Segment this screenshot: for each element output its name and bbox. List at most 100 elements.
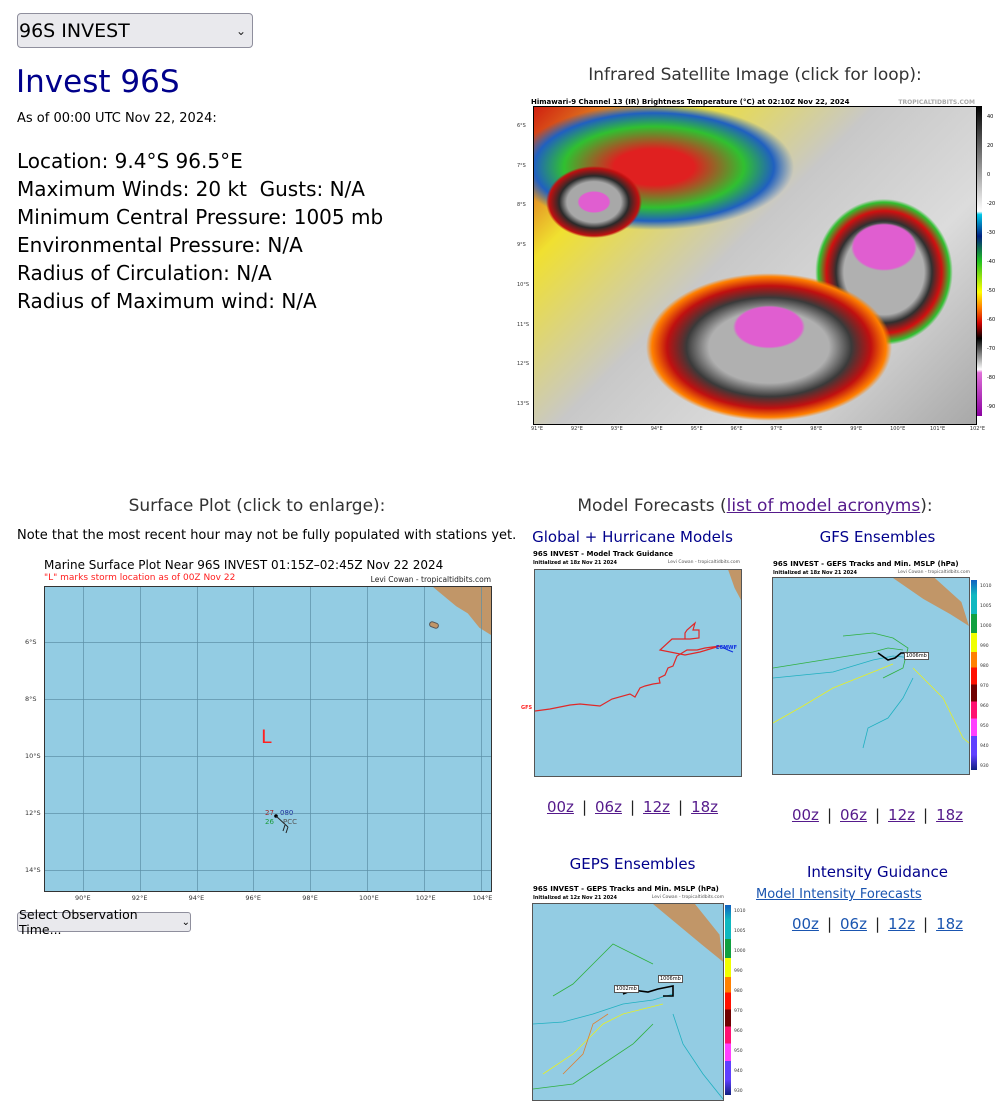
grid-line [45, 756, 491, 757]
surface-plot-credit: Levi Cowan - tropicaltidbits.com [370, 575, 491, 584]
lon-tick-label: 92°E [131, 894, 148, 902]
global-run-06z[interactable]: 06z [595, 798, 622, 816]
gfs-ensembles-init: Initialized at 18z Nov 21 2024 [773, 570, 858, 576]
gfs-run-18z[interactable]: 18z [936, 806, 963, 824]
grid-line [310, 587, 312, 891]
gfs-ensembles-map [772, 577, 970, 775]
gfs-ensembles-image[interactable]: 96S INVEST - GEFS Tracks and Min. MSLP (… [772, 560, 1000, 782]
grid-line [83, 587, 84, 891]
colorbar-tick-label: -50 [987, 288, 996, 294]
observation-time-select[interactable]: Select Observation Time... ⌄ [17, 907, 191, 937]
global-run-12z[interactable]: 12z [643, 798, 670, 816]
colorbar-tick-label: 20 [987, 143, 994, 149]
storm-stats: Location: 9.4°S 96.5°E Maximum Winds: 20… [17, 147, 383, 315]
lat-tick-label: 12°S [517, 361, 530, 368]
colorbar-tick-label: -90 [987, 404, 996, 410]
gfs-ensembles-credit: Levi Cowan - tropicaltidbits.com [897, 570, 970, 575]
stat-winds: Maximum Winds: 20 kt Gusts: N/A [17, 177, 365, 201]
gfs-min-pressure-annotation: 1006mb [904, 652, 929, 660]
stat-radius-max-wind: Radius of Maximum wind: N/A [17, 289, 317, 313]
global-models-image[interactable]: 96S INVEST - Model Track Guidance Initia… [521, 550, 742, 782]
intensity-run-12z[interactable]: 12z [888, 915, 915, 933]
geps-ensembles-image[interactable]: 96S INVEST - GEPS Tracks and Min. MSLP (… [532, 885, 750, 1107]
gfs-run-06z[interactable]: 06z [840, 806, 867, 824]
lon-tick-label: 97°E [770, 426, 783, 432]
colorbar-tick-label: -60 [987, 317, 996, 323]
satellite-image[interactable] [533, 106, 977, 425]
colorbar-tick-label: 940 [980, 744, 989, 749]
storm-title: Invest 96S [16, 64, 180, 100]
lat-tick-label: 7°S [517, 162, 526, 169]
lon-tick-label: 102°E [415, 894, 436, 902]
gfs-ensembles-title: 96S INVEST - GEFS Tracks and Min. MSLP (… [773, 560, 959, 568]
geps-colorbar [725, 905, 731, 1095]
surface-plot-map[interactable]: L 27 080 26 PCC [44, 586, 492, 892]
surface-plot-link[interactable]: Marine Surface Plot Near 96S INVEST 01:1… [17, 556, 497, 906]
geps-annotation-2: 1006mb [658, 975, 683, 983]
lon-tick-label: 98°E [810, 426, 823, 432]
colorbar-tick-label: 930 [734, 1089, 743, 1094]
grid-line [367, 587, 368, 891]
colorbar-tick-label: 1010 [734, 909, 746, 914]
satellite-image-link[interactable]: Himawari-9 Channel 13 (IR) Brightness Te… [517, 98, 995, 436]
gfs-colorbar [971, 580, 977, 770]
lat-tick-label: 9°S [517, 242, 526, 249]
lat-tick-label: 14°S [25, 866, 41, 874]
global-models-map [534, 569, 742, 777]
lat-tick-label: 10°S [517, 281, 530, 288]
intensity-run-18z[interactable]: 18z [936, 915, 963, 933]
geps-ensembles-init: Initialized at 12z Nov 21 2024 [533, 895, 618, 901]
lon-tick-label: 94°E [188, 894, 205, 902]
gfs-run-12z[interactable]: 12z [888, 806, 915, 824]
lat-tick-label: 6°S [25, 638, 37, 646]
colorbar-tick-label: 1010 [980, 584, 992, 589]
global-run-00z[interactable]: 00z [547, 798, 574, 816]
grid-line [139, 587, 141, 891]
gfs-ensemble-tracks [773, 632, 969, 749]
chevron-down-icon: ⌄ [235, 23, 246, 38]
stat-location: Location: 9.4°S 96.5°E [17, 149, 243, 173]
stat-env-pressure: Environmental Pressure: N/A [17, 233, 303, 257]
geps-ensembles-label: GEPS Ensembles [569, 855, 696, 873]
global-models-runs: 00z | 06z | 12z | 18z [546, 798, 719, 816]
lon-tick-label: 91°E [531, 426, 544, 432]
storm-select[interactable]: 96S INVEST ⌄ [17, 13, 253, 48]
colorbar-tick-label: 1005 [734, 929, 746, 934]
colorbar-tick-label: 970 [980, 684, 989, 689]
model-intensity-forecasts-link[interactable]: Model Intensity Forecasts [756, 887, 922, 902]
colorbar-tick-label: 1000 [980, 624, 992, 629]
stat-pressure: Minimum Central Pressure: 1005 mb [17, 205, 384, 229]
model-acronyms-link[interactable]: list of model acronyms [727, 496, 921, 516]
intensity-runs: 00z | 06z | 12z | 18z [791, 915, 964, 933]
as-of-timestamp: As of 00:00 UTC Nov 22, 2024: [17, 111, 217, 126]
intensity-run-06z[interactable]: 06z [840, 915, 867, 933]
lat-tick-label: 8°S [25, 695, 37, 703]
colorbar-tick-label: -40 [987, 259, 996, 265]
colorbar-tick-label: 1005 [980, 604, 992, 609]
lon-tick-label: 96°E [730, 426, 743, 432]
colorbar-tick-label: 40 [987, 114, 994, 120]
colorbar-tick-label: 990 [980, 644, 989, 649]
surface-note: Note that the most recent hour may not b… [17, 528, 517, 543]
global-run-18z[interactable]: 18z [691, 798, 718, 816]
geps-ensembles-map [532, 903, 724, 1101]
gfs-run-00z[interactable]: 00z [792, 806, 819, 824]
lat-tick-label: 12°S [25, 809, 41, 817]
colorbar-tick-label: 960 [734, 1029, 743, 1034]
lat-tick-label: 10°S [25, 752, 41, 760]
colorbar-tick-label: 960 [980, 704, 989, 709]
colorbar-tick-label: 990 [734, 969, 743, 974]
lon-tick-label: 93°E [610, 426, 623, 432]
intensity-run-00z[interactable]: 00z [792, 915, 819, 933]
colorbar-tick-label: 980 [980, 664, 989, 669]
grid-line [480, 587, 482, 891]
colorbar-tick-label: 940 [734, 1069, 743, 1074]
surface-plot-title: Marine Surface Plot Near 96S INVEST 01:1… [44, 558, 444, 572]
grid-line [45, 813, 491, 814]
colorbar-tick-label: 950 [734, 1049, 743, 1054]
lon-tick-label: 104°E [472, 894, 493, 902]
global-models-init: Initialized at 18z Nov 21 2024 [533, 560, 618, 566]
lat-tick-label: 8°S [517, 202, 526, 209]
grid-line [45, 870, 491, 871]
satellite-brand: TROPICALTIDBITS.COM [898, 99, 975, 106]
